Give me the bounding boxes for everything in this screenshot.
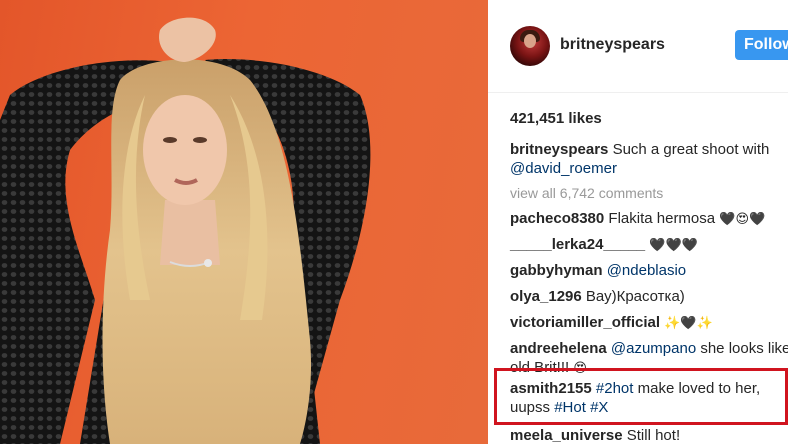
comment: _____lerka24_____ 🖤🖤🖤 (510, 235, 788, 255)
comment-author[interactable]: olya_1296 (510, 288, 582, 305)
post-header: britneyspears Follow (488, 0, 788, 93)
post-caption: britneyspears Such a great shoot with @d… (510, 140, 780, 178)
view-all-comments-link[interactable]: view all 6,742 comments (510, 185, 663, 201)
caption-mention[interactable]: @david_roemer (510, 160, 617, 177)
comment-mention[interactable]: @ndeblasio (607, 262, 686, 279)
hearts-icon: 🖤🖤🖤 (649, 238, 698, 253)
likes-count[interactable]: 421,451 likes (510, 110, 602, 127)
comment-author[interactable]: meela_universe (510, 427, 623, 444)
comment-mention[interactable]: @azumpano (611, 340, 696, 357)
comment: gabbyhyman @ndeblasio (510, 261, 788, 280)
comment: victoriamiller_official ✨🖤✨ (510, 313, 788, 333)
comment: pacheco8380 Flakita hermosa 🖤😍🖤 (510, 209, 788, 229)
comment: olya_1296 Вау)Красотка) (510, 287, 788, 306)
caption-text: Such a great shoot with (612, 141, 770, 158)
username-link[interactable]: britneyspears (560, 36, 665, 54)
follow-button[interactable]: Follow (735, 30, 788, 60)
comment-text: Flakita hermosa (608, 210, 716, 227)
caption-author[interactable]: britneyspears (510, 141, 608, 158)
comment: meela_universe Still hot! (510, 426, 788, 445)
comment-author[interactable]: victoriamiller_official (510, 314, 660, 331)
post-photo[interactable] (0, 0, 488, 444)
heart-eyes-icon: 🖤😍🖤 (719, 212, 766, 227)
photo-illustration (0, 17, 371, 444)
comment-author[interactable]: andreehelena (510, 340, 607, 357)
avatar[interactable] (510, 26, 550, 66)
sparkle-heart-icon: ✨🖤✨ (664, 316, 713, 331)
comment-author[interactable]: pacheco8380 (510, 210, 604, 227)
comment-author[interactable]: gabbyhyman (510, 262, 603, 279)
comment-text: Still hot! (626, 427, 681, 444)
highlight-box (494, 368, 788, 425)
comment-author[interactable]: _____lerka24_____ (510, 236, 645, 253)
comment-text: Вау)Красотка) (585, 288, 685, 305)
